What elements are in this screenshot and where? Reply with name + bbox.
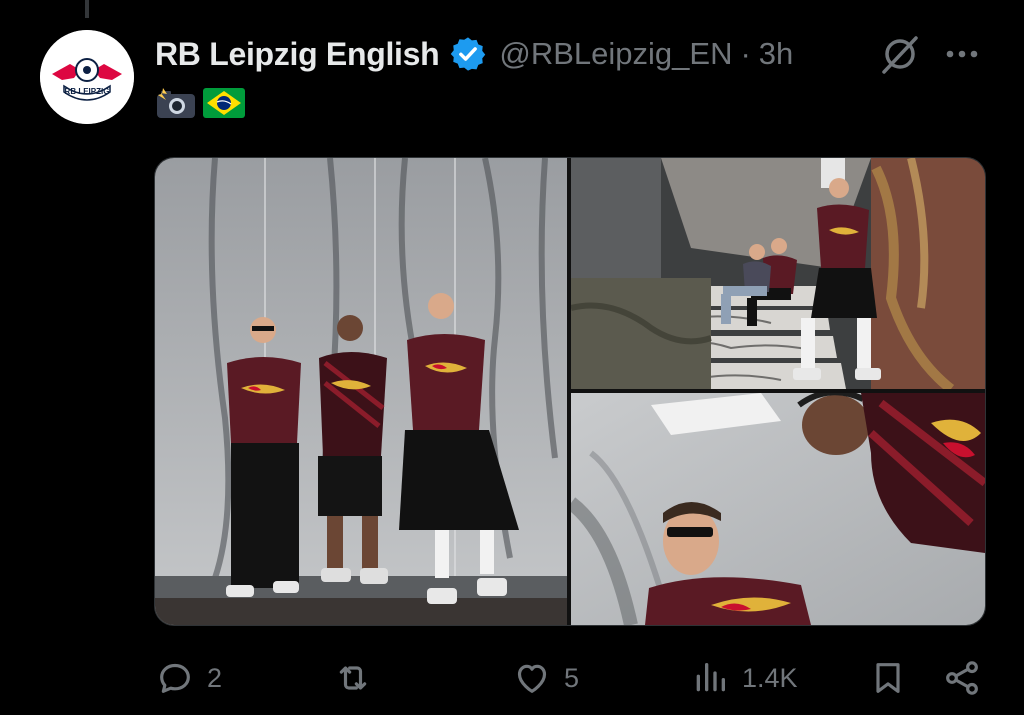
media-image-1[interactable] bbox=[155, 158, 567, 625]
analytics-icon bbox=[696, 663, 725, 692]
rb-leipzig-logo: RB LEIPZIG bbox=[40, 30, 134, 124]
more-options-icon[interactable] bbox=[940, 34, 984, 74]
share-icon bbox=[946, 661, 978, 695]
reply-icon bbox=[160, 663, 190, 693]
retweet-icon bbox=[339, 666, 367, 690]
like-count: 5 bbox=[564, 662, 580, 693]
thread-connector-line bbox=[85, 0, 89, 18]
like-button[interactable]: 5 bbox=[512, 658, 579, 698]
bookmark-icon bbox=[876, 663, 900, 693]
separator-dot: · bbox=[740, 36, 751, 71]
share-button[interactable] bbox=[942, 658, 982, 698]
brazil-flag-emoji bbox=[203, 88, 245, 118]
bookmark-button[interactable] bbox=[868, 658, 908, 698]
retweet-button[interactable] bbox=[333, 658, 385, 698]
grok-icon[interactable] bbox=[878, 32, 922, 76]
heart-icon bbox=[517, 664, 547, 693]
views-count: 1.4K bbox=[742, 662, 798, 693]
camera-flash-emoji bbox=[157, 88, 195, 118]
timestamp[interactable]: 3h bbox=[759, 36, 793, 72]
avatar[interactable]: RB LEIPZIG bbox=[40, 30, 134, 124]
media-grid bbox=[154, 157, 986, 626]
media-image-2[interactable] bbox=[571, 158, 985, 389]
tweet-header: RB Leipzig English @RBLeipzig_EN · 3h bbox=[155, 30, 793, 78]
display-name[interactable]: RB Leipzig English bbox=[155, 36, 440, 73]
media-image-3[interactable] bbox=[571, 393, 985, 625]
tweet-text bbox=[155, 86, 245, 120]
tweet-action-bar: 2 5 1.4K bbox=[0, 650, 1024, 706]
avatar-logo-text: RB LEIPZIG bbox=[65, 87, 110, 96]
reply-count: 2 bbox=[207, 662, 223, 693]
handle[interactable]: @RBLeipzig_EN bbox=[499, 36, 732, 72]
verified-badge-icon[interactable] bbox=[449, 35, 487, 73]
reply-button[interactable]: 2 bbox=[155, 658, 222, 698]
views-button[interactable]: 1.4K bbox=[690, 658, 798, 698]
